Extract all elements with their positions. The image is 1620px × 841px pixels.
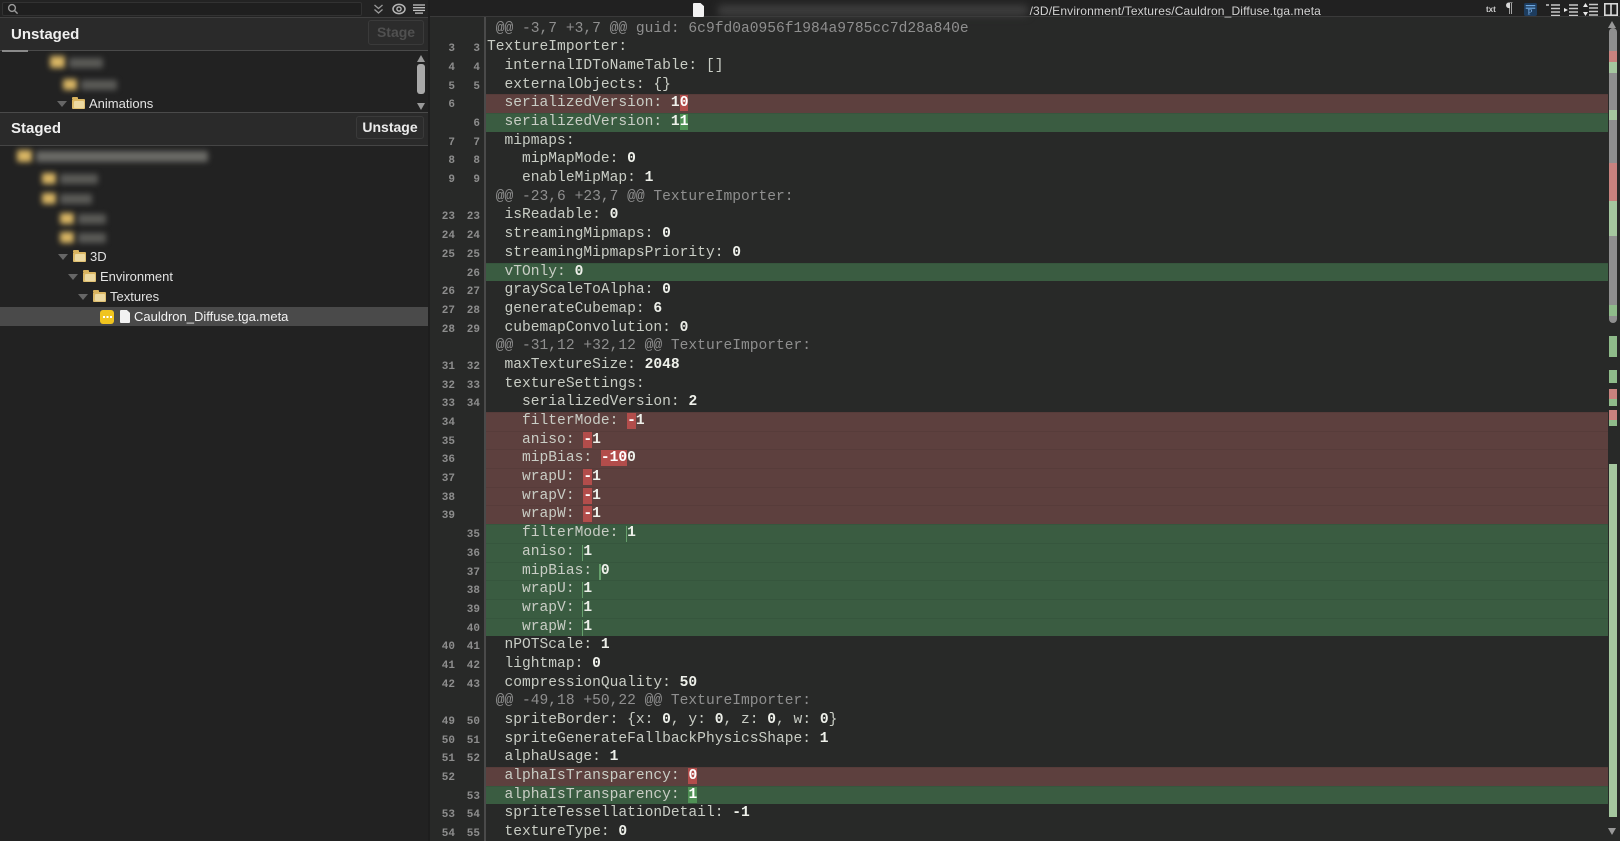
svg-text:P: P <box>1527 6 1532 16</box>
